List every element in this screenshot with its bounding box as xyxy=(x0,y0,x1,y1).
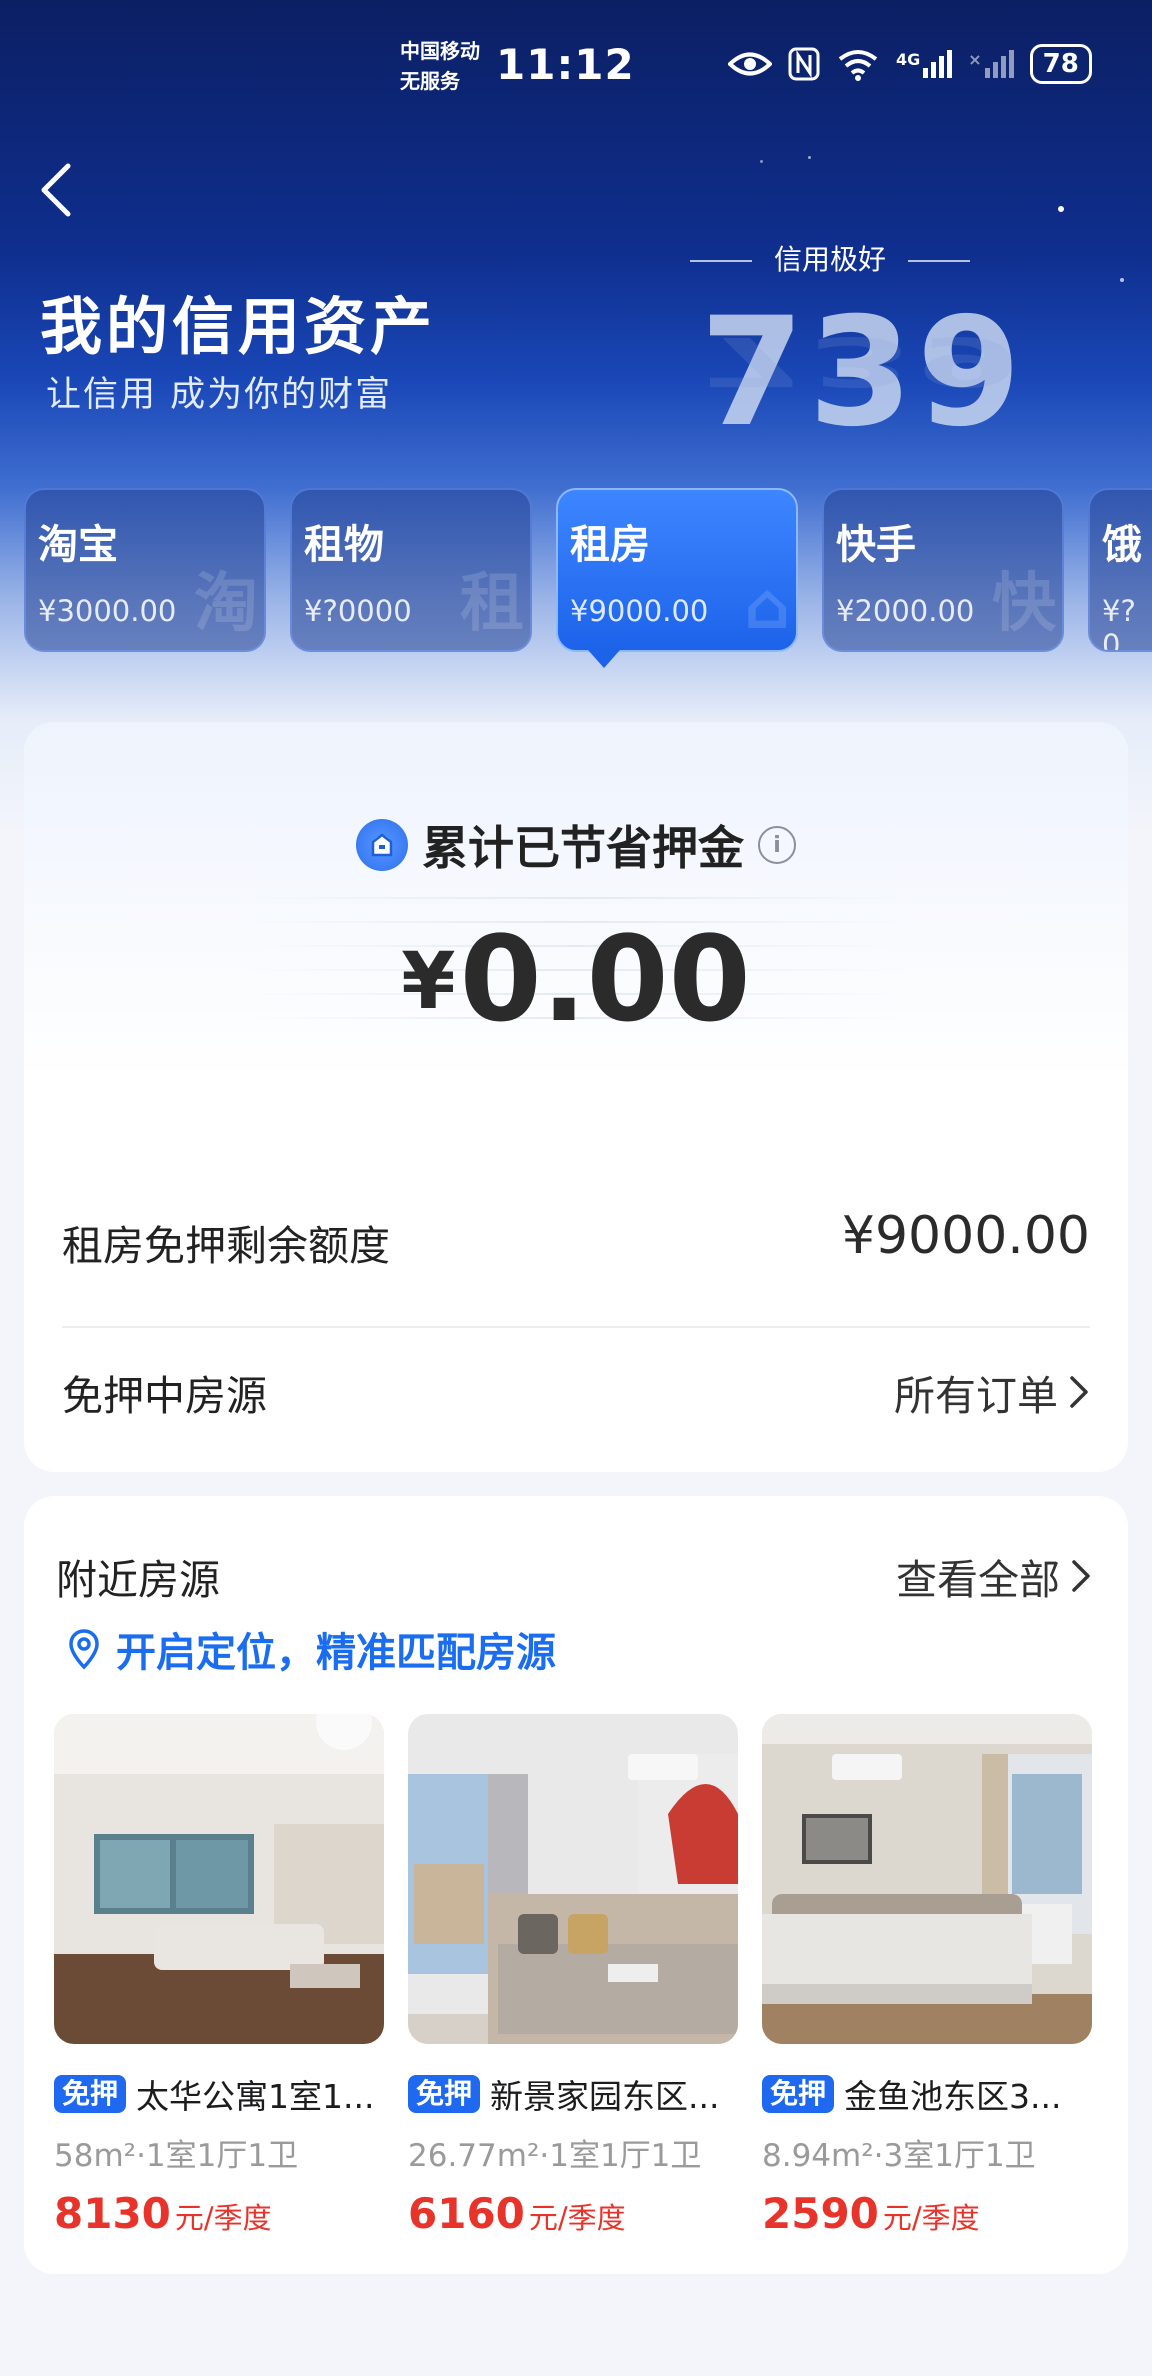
category-name: 租物 xyxy=(304,522,384,568)
taobao-watermark-icon: 淘 xyxy=(194,567,258,641)
house-badge-icon xyxy=(356,819,408,871)
house-price: 6160 元/季度 xyxy=(408,2189,738,2238)
house-name: 新景家园东区... xyxy=(490,2077,720,2116)
rent-goods-watermark-icon: 租 xyxy=(460,567,524,641)
house-photo[interactable] xyxy=(762,1714,1092,2044)
enable-location-link[interactable]: 开启定位，精准匹配房源 xyxy=(68,1620,556,1678)
deposit-summary-card: 累计已节省押金 i ¥0.00 租房免押剩余额度 ¥9000.00 免押中房源 … xyxy=(24,722,1128,1472)
enable-location-text: 开启定位，精准匹配房源 xyxy=(116,1630,556,1676)
battery-indicator: 78 xyxy=(1029,44,1092,84)
house-name: 金鱼池东区3... xyxy=(844,2077,1062,2116)
category-card-rent-goods[interactable]: 租 租物 ¥?0000 xyxy=(290,488,532,652)
price-amount: 2590 xyxy=(762,2189,879,2238)
house-name: 太华公寓1室1... xyxy=(136,2077,375,2116)
status-bar: 中国移动 无服务 11:12 4G × 78 xyxy=(0,0,1152,130)
chevron-right-icon xyxy=(1070,1376,1088,1408)
house-spec: 58m²·1室1厅1卫 xyxy=(54,2138,299,2174)
deposit-free-houses-row[interactable]: 免押中房源 所有订单 xyxy=(62,1362,1090,1432)
page-title: 我的信用资产 xyxy=(40,290,437,363)
category-name: 租房 xyxy=(570,522,650,568)
price-unit: 元/季度 xyxy=(174,2201,272,2235)
info-icon[interactable]: i xyxy=(758,826,796,864)
credit-score-reflection: 739 xyxy=(700,321,1026,400)
quota-value: ¥9000.00 xyxy=(841,1206,1090,1266)
deposit-free-tag: 免押 xyxy=(54,2075,127,2113)
all-orders-link[interactable]: 所有订单 xyxy=(894,1362,1090,1422)
view-all-link[interactable]: 查看全部 xyxy=(896,1546,1092,1606)
house-spec: 8.94m²·3室1厅1卫 xyxy=(762,2138,1036,2174)
carrier-info: 中国移动 无服务 xyxy=(400,36,480,96)
credit-category-tabs: 淘 淘宝 ¥3000.00 租 租物 ¥?0000 ⌂ 租房 ¥9000.00 … xyxy=(24,488,1152,668)
chevron-left-icon xyxy=(41,163,71,217)
deposit-saved-amount: ¥0.00 xyxy=(24,910,1128,1048)
house-title-row: 免押 金鱼池东区3... xyxy=(762,2070,1092,2118)
carrier-service: 无服务 xyxy=(400,69,460,93)
signal-4g-icon: 4G xyxy=(896,50,953,78)
star-decoration xyxy=(760,160,763,163)
deposit-value: 0.00 xyxy=(459,910,751,1048)
category-name: 淘宝 xyxy=(38,522,118,568)
quota-label: 租房免押剩余额度 xyxy=(62,1222,390,1270)
price-unit: 元/季度 xyxy=(528,2201,626,2235)
house-photo[interactable] xyxy=(54,1714,384,2044)
category-card-rent-house[interactable]: ⌂ 租房 ¥9000.00 xyxy=(556,488,798,652)
category-amount: ¥?0000 xyxy=(304,594,412,628)
price-unit: 元/季度 xyxy=(882,2201,980,2235)
location-pin-icon xyxy=(69,1629,99,1670)
house-title-row: 免押 太华公寓1室1... xyxy=(54,2070,384,2118)
house-spec: 26.77m²·1室1厅1卫 xyxy=(408,2138,702,2174)
view-all-label: 查看全部 xyxy=(896,1556,1060,1604)
deposit-free-houses-label: 免押中房源 xyxy=(62,1372,267,1420)
currency-symbol: ¥ xyxy=(401,937,456,1027)
house-watermark-icon: ⌂ xyxy=(744,570,790,644)
category-amount: ¥2000.00 xyxy=(836,594,975,628)
house-price: 8130 元/季度 xyxy=(54,2189,384,2238)
house-photo[interactable] xyxy=(408,1714,738,2044)
house-title-row: 免押 新景家园东区... xyxy=(408,2070,738,2118)
signal-none-icon: × xyxy=(968,50,1014,78)
house-card[interactable]: 免押 太华公寓1室1... 58m²·1室1厅1卫 8130 元/季度 xyxy=(54,1714,384,2238)
active-tab-pointer xyxy=(588,650,620,668)
category-amount: ¥3000.00 xyxy=(38,594,177,628)
category-card-taobao[interactable]: 淘 淘宝 ¥3000.00 xyxy=(24,488,266,652)
quota-row: 租房免押剩余额度 ¥9000.00 xyxy=(62,1206,1090,1282)
category-name: 快手 xyxy=(836,522,916,568)
category-card-kuaishou[interactable]: 快 快手 ¥2000.00 xyxy=(822,488,1064,652)
house-card[interactable]: 免押 金鱼池东区3... 8.94m²·3室1厅1卫 2590 元/季度 xyxy=(762,1714,1092,2238)
star-decoration xyxy=(808,156,811,159)
star-decoration xyxy=(1120,278,1124,282)
status-time: 11:12 xyxy=(496,40,635,89)
network-type: 4G xyxy=(896,50,921,69)
nearby-title: 附近房源 xyxy=(56,1556,220,1604)
divider xyxy=(62,1326,1090,1328)
deposit-free-tag: 免押 xyxy=(408,2075,481,2113)
price-amount: 8130 xyxy=(54,2189,171,2238)
carrier-name: 中国移动 xyxy=(400,39,480,63)
credit-level-label: 信用极好 xyxy=(690,238,970,278)
category-amount: ¥?0 xyxy=(1102,594,1136,652)
category-card-eleme[interactable]: 饿 ¥?0 xyxy=(1088,488,1152,652)
deposit-free-tag: 免押 xyxy=(762,2075,835,2113)
kuaishou-watermark-icon: 快 xyxy=(992,567,1056,641)
house-card[interactable]: 免押 新景家园东区... 26.77m²·1室1厅1卫 6160 元/季度 xyxy=(408,1714,738,2238)
nearby-houses-card: 附近房源 查看全部 开启定位，精准匹配房源 免押 太华公寓1室1... 58m²… xyxy=(24,1496,1128,2274)
chevron-right-icon xyxy=(1072,1560,1090,1592)
deposit-title: 累计已节省押金 xyxy=(422,821,744,875)
eye-icon xyxy=(728,52,772,76)
back-button[interactable] xyxy=(36,160,96,230)
deposit-title-row: 累计已节省押金 i xyxy=(24,812,1128,878)
house-price: 2590 元/季度 xyxy=(762,2189,1092,2238)
all-orders-label: 所有订单 xyxy=(894,1372,1058,1420)
nfc-icon xyxy=(788,47,820,81)
category-amount: ¥9000.00 xyxy=(570,594,709,628)
page-subtitle: 让信用 成为你的财富 xyxy=(46,375,393,415)
star-decoration xyxy=(1058,206,1064,212)
price-amount: 6160 xyxy=(408,2189,525,2238)
wifi-icon xyxy=(838,50,878,81)
category-name: 饿 xyxy=(1102,522,1142,568)
status-icons: 4G × 78 xyxy=(728,44,1092,84)
